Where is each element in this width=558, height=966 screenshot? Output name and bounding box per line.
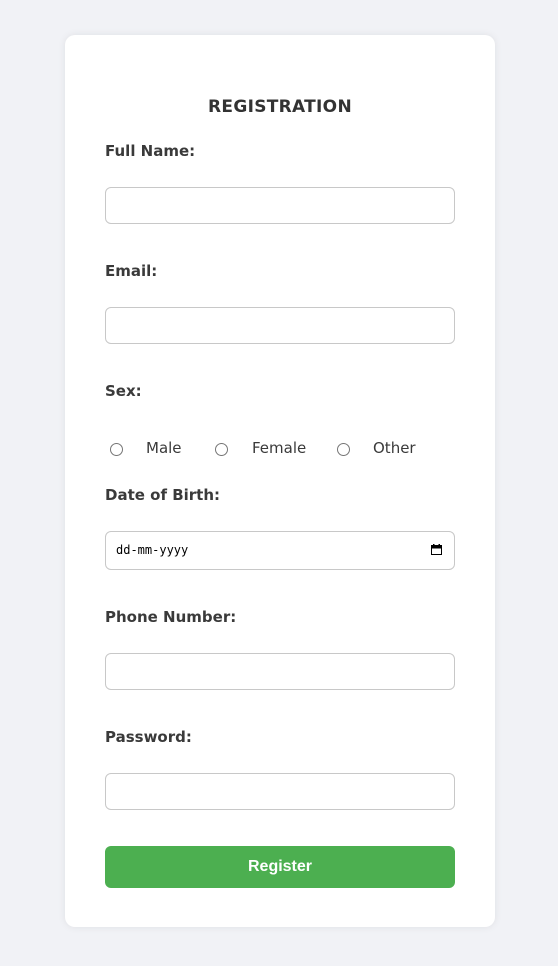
radio-label-other: Other: [373, 439, 416, 457]
full-name-field[interactable]: [105, 187, 455, 224]
password-label: Password:: [105, 728, 192, 746]
email-label: Email:: [105, 262, 158, 280]
password-field[interactable]: [105, 773, 455, 810]
radio-label-male: Male: [146, 439, 182, 457]
email-field[interactable]: [105, 307, 455, 344]
radio-label-female: Female: [252, 439, 307, 457]
phone-input[interactable]: [106, 654, 454, 689]
registration-card: REGISTRATION Full Name: Email: Sex: Male…: [65, 35, 495, 927]
radio-male[interactable]: [110, 443, 123, 456]
form-title: REGISTRATION: [208, 97, 352, 117]
full-name-label: Full Name:: [105, 142, 196, 160]
calendar-icon[interactable]: [431, 544, 442, 555]
radio-other[interactable]: [337, 443, 350, 456]
register-button[interactable]: Register: [105, 846, 455, 888]
email-input[interactable]: [106, 308, 454, 343]
password-input[interactable]: [106, 774, 454, 809]
full-name-input[interactable]: [106, 188, 454, 223]
dob-field[interactable]: dd-mm-yyyy: [105, 531, 455, 570]
phone-label: Phone Number:: [105, 608, 237, 626]
sex-radio-group: Male Female Other: [105, 439, 465, 461]
phone-field[interactable]: [105, 653, 455, 690]
dob-label: Date of Birth:: [105, 486, 221, 504]
dob-value[interactable]: dd-mm-yyyy: [116, 543, 188, 557]
radio-female[interactable]: [215, 443, 228, 456]
sex-label: Sex:: [105, 382, 142, 400]
